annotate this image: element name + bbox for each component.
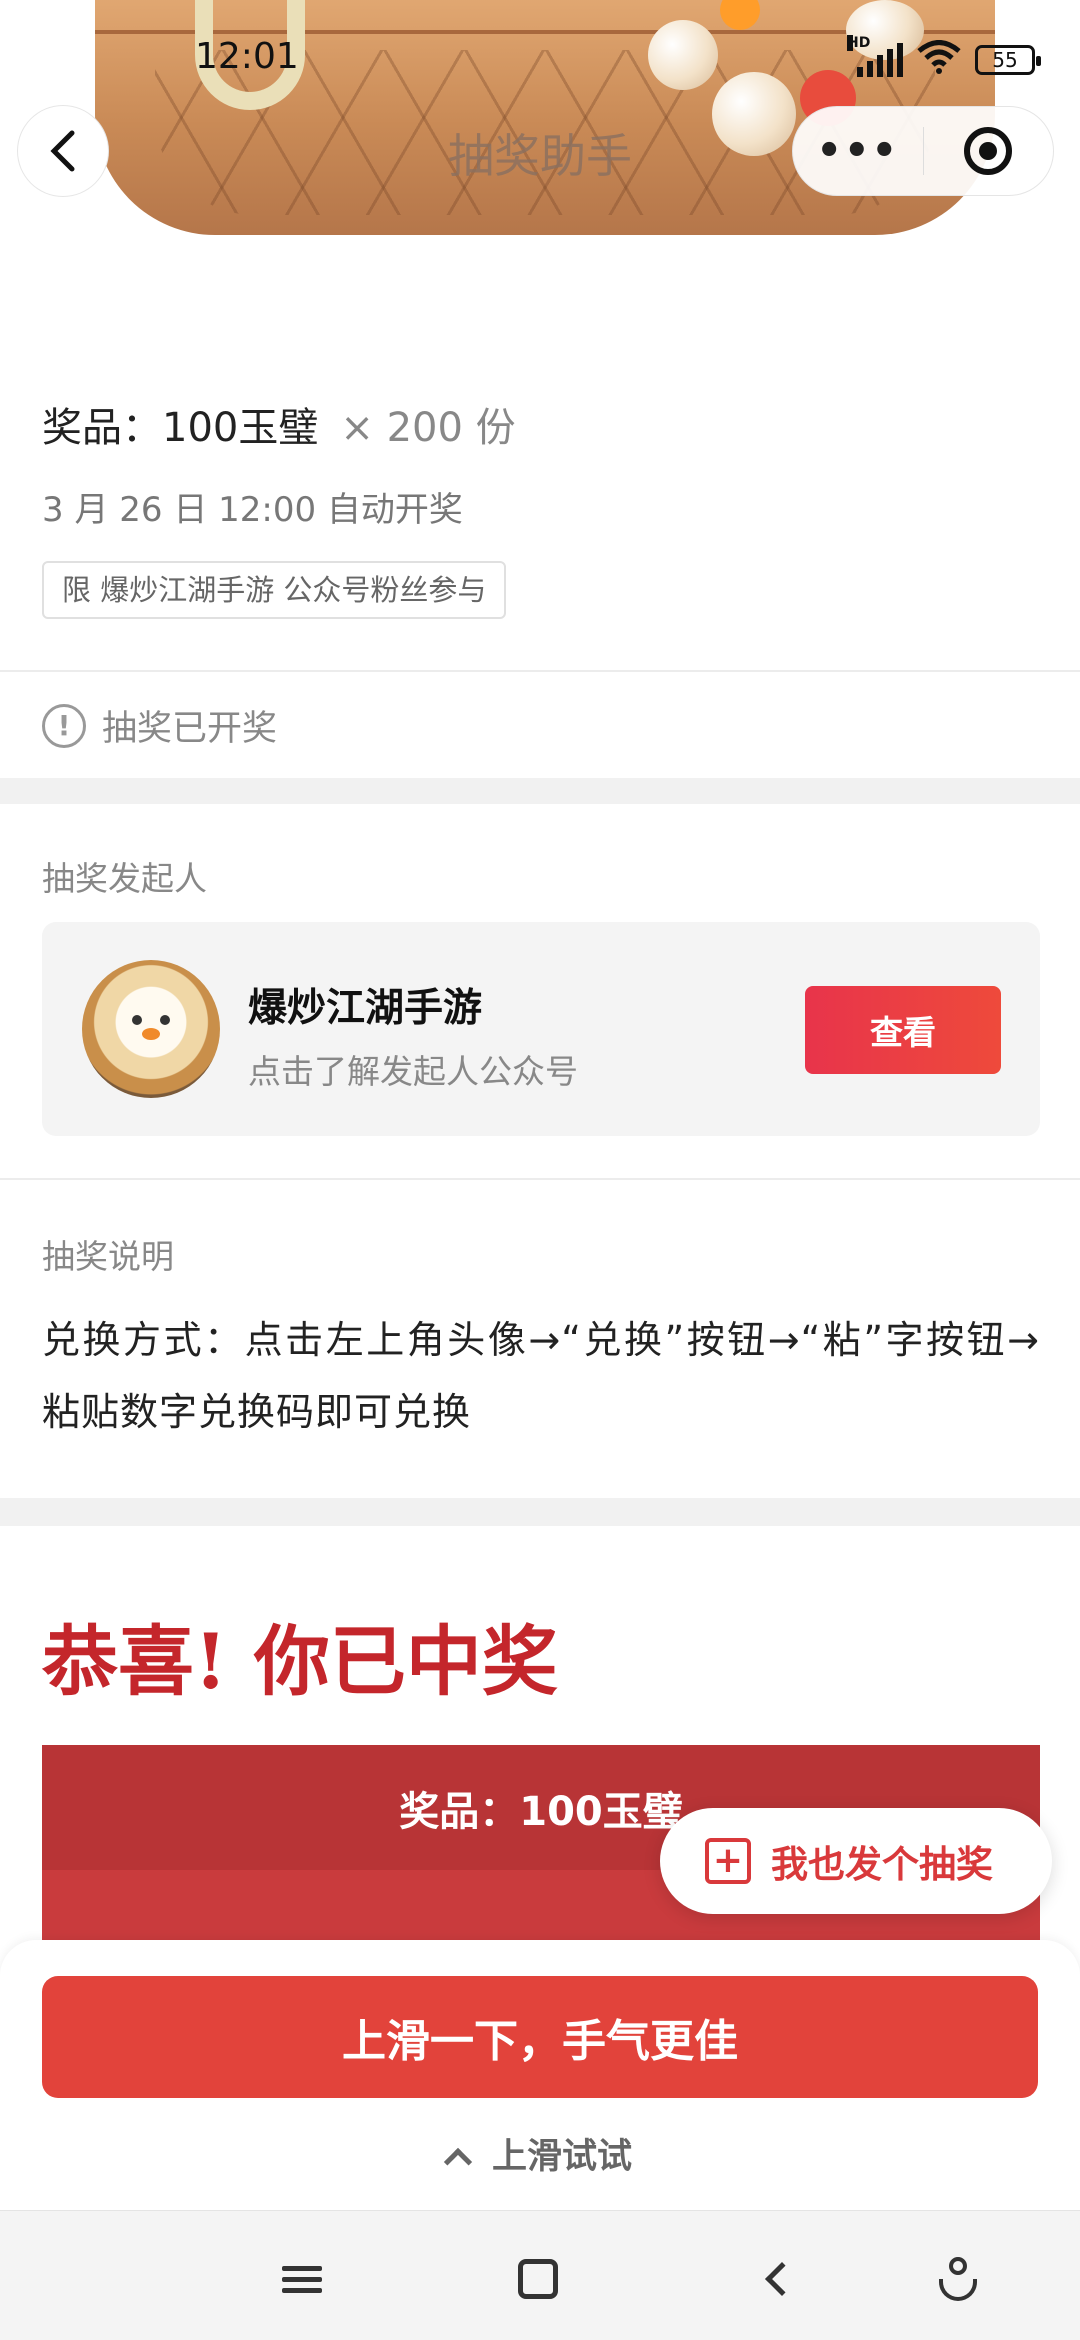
initiator-card[interactable]: 爆炒江湖手游 点击了解发起人公众号 查看 xyxy=(42,922,1040,1136)
view-button[interactable]: 查看 xyxy=(805,986,1001,1074)
prize-label: 奖品：100玉璧 xyxy=(42,405,319,451)
create-lottery-button[interactable]: + 我也发个抽奖 xyxy=(660,1808,1052,1914)
header-banner: 12:01 HD 55 抽奖助手 ••• xyxy=(0,0,1080,240)
divider xyxy=(0,1178,1080,1180)
back-icon xyxy=(765,2262,799,2296)
draw-time: 3 月 26 日 12:00 自动开奖 xyxy=(42,490,463,530)
swipe-hint[interactable]: 上滑试试 xyxy=(0,2128,1080,2179)
back-nav-button[interactable] xyxy=(746,2249,806,2309)
battery-icon: 55 xyxy=(975,45,1041,75)
chevron-up-icon xyxy=(443,2147,473,2177)
section-gap xyxy=(0,1498,1080,1526)
exclamation-icon: ! xyxy=(42,703,86,748)
congrats-title: 恭喜! 你已中奖 xyxy=(42,1617,558,1706)
plus-icon: + xyxy=(705,1838,751,1884)
prize-quantity: × 200 份 xyxy=(340,405,516,451)
initiator-section-label: 抽奖发起人 xyxy=(42,859,207,898)
target-icon xyxy=(964,127,1013,175)
network-type: HD xyxy=(847,35,871,51)
home-icon xyxy=(518,2259,558,2299)
participation-limit-tag: 限 爆炒江湖手游 公众号粉丝参与 xyxy=(42,561,507,619)
home-button[interactable] xyxy=(508,2249,568,2309)
more-button[interactable]: ••• xyxy=(793,128,923,174)
swipe-up-button[interactable]: 上滑一下，手气更佳 xyxy=(42,1976,1038,2098)
close-mini-program-button[interactable] xyxy=(924,127,1054,175)
swipe-hint-label: 上滑试试 xyxy=(491,2137,632,2177)
initiator-name: 爆炒江湖手游 xyxy=(248,986,483,1031)
initiator-avatar xyxy=(82,960,220,1098)
draw-status: ! 抽奖已开奖 xyxy=(42,700,277,751)
status-time: 12:01 xyxy=(195,36,299,77)
menu-icon[interactable] xyxy=(272,2249,332,2309)
initiator-subtitle: 点击了解发起人公众号 xyxy=(248,1052,578,1091)
signal-icon: HD xyxy=(847,35,903,77)
create-lottery-label: 我也发个抽奖 xyxy=(771,1843,993,1886)
divider xyxy=(0,670,1080,672)
wifi-icon xyxy=(917,40,961,80)
assistant-icon xyxy=(949,2257,967,2275)
prize-line: 奖品：100玉璧 × 200 份 xyxy=(42,395,516,453)
assistant-button[interactable] xyxy=(928,2249,988,2309)
section-gap xyxy=(0,778,1080,804)
system-navigation-bar xyxy=(0,2210,1080,2340)
bottom-sheet: 上滑一下，手气更佳 上滑试试 xyxy=(0,1940,1080,2210)
pearl-illustration xyxy=(648,20,718,90)
status-icons: HD 55 xyxy=(847,35,1041,80)
description-text: 兑换方式：点击左上角头像→“兑换”按钮→“粘”字按钮→粘贴数字兑换码即可兑换 xyxy=(42,1318,1040,1434)
mini-program-capsule: ••• xyxy=(792,106,1054,196)
description-section-label: 抽奖说明 xyxy=(42,1237,174,1276)
draw-status-label: 抽奖已开奖 xyxy=(102,709,278,749)
